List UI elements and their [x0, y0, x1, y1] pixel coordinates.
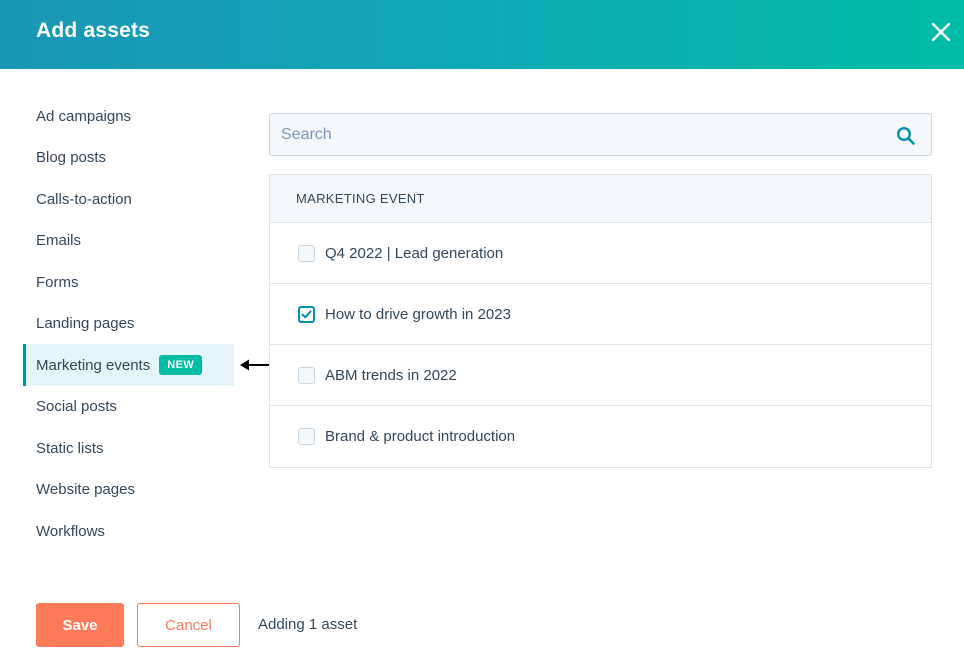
sidebar-item-label: Calls-to-action: [36, 190, 132, 208]
sidebar-item-website-pages[interactable]: Website pages: [23, 469, 234, 511]
row-checkbox[interactable]: [298, 366, 315, 384]
sidebar-item-label: Marketing events: [36, 356, 151, 374]
table-row[interactable]: Brand & product introduction: [270, 406, 931, 467]
row-checkbox[interactable]: [298, 428, 315, 445]
sidebar-item-workflows[interactable]: Workflows: [23, 510, 234, 552]
close-icon: [931, 22, 951, 42]
sidebar-item-label: Emails: [36, 232, 82, 249]
search-icon[interactable]: [896, 126, 916, 146]
table-header: MARKETING EVENT: [270, 175, 931, 223]
sidebar-item-label: Static lists: [36, 439, 104, 457]
sidebar-item-landing-pages[interactable]: Landing pages: [23, 303, 234, 345]
column-header: MARKETING EVENT: [296, 191, 425, 206]
modal-header: Add assets: [0, 0, 964, 69]
sidebar-item-static-lists[interactable]: Static lists: [23, 427, 234, 469]
sidebar-item-label: Blog posts: [36, 149, 107, 166]
cancel-button[interactable]: Cancel: [137, 603, 240, 647]
row-label: Q4 2022 | Lead generation: [325, 244, 504, 262]
table-row[interactable]: Q4 2022 | Lead generation: [270, 223, 931, 284]
sidebar-item-ad-campaigns[interactable]: Ad campaigns: [23, 95, 234, 137]
sidebar-item-label: Forms: [36, 273, 79, 291]
sidebar-item-marketing-events[interactable]: Marketing events NEW: [23, 344, 234, 386]
checkmark-icon: [301, 310, 312, 318]
row-label: Brand & product introduction: [325, 428, 516, 445]
sidebar-item-label: Ad campaigns: [36, 107, 132, 125]
table-row[interactable]: ABM trends in 2022: [270, 345, 931, 406]
sidebar-item-emails[interactable]: Emails: [23, 220, 234, 262]
sidebar-item-label: Landing pages: [36, 315, 135, 332]
row-checkbox[interactable]: [298, 244, 315, 262]
sidebar-item-forms[interactable]: Forms: [23, 261, 234, 303]
sidebar-item-label: Workflows: [36, 522, 105, 540]
sidebar-item-calls-to-action[interactable]: Calls-to-action: [23, 178, 234, 220]
marketing-events-table: MARKETING EVENT Q4 2022 | Lead generatio…: [269, 174, 932, 468]
new-badge: NEW: [159, 355, 203, 375]
sidebar-item-label: Website pages: [36, 481, 135, 498]
search-input[interactable]: [270, 114, 890, 155]
selection-status: Adding 1 asset: [258, 616, 358, 633]
pointer-arrow-icon: [240, 359, 269, 371]
sidebar-item-social-posts[interactable]: Social posts: [23, 386, 234, 428]
table-row[interactable]: How to drive growth in 2023: [270, 284, 931, 345]
close-button[interactable]: [926, 17, 956, 47]
row-label: ABM trends in 2022: [325, 366, 457, 384]
search-box: [269, 113, 932, 156]
sidebar-item-blog-posts[interactable]: Blog posts: [23, 137, 234, 179]
save-button[interactable]: Save: [36, 603, 124, 647]
modal-title: Add assets: [36, 19, 151, 42]
row-checkbox[interactable]: [298, 305, 315, 323]
modal-footer: Save Cancel Adding 1 asset: [0, 600, 964, 650]
sidebar-item-label: Social posts: [36, 398, 117, 415]
row-label: How to drive growth in 2023: [325, 305, 511, 323]
